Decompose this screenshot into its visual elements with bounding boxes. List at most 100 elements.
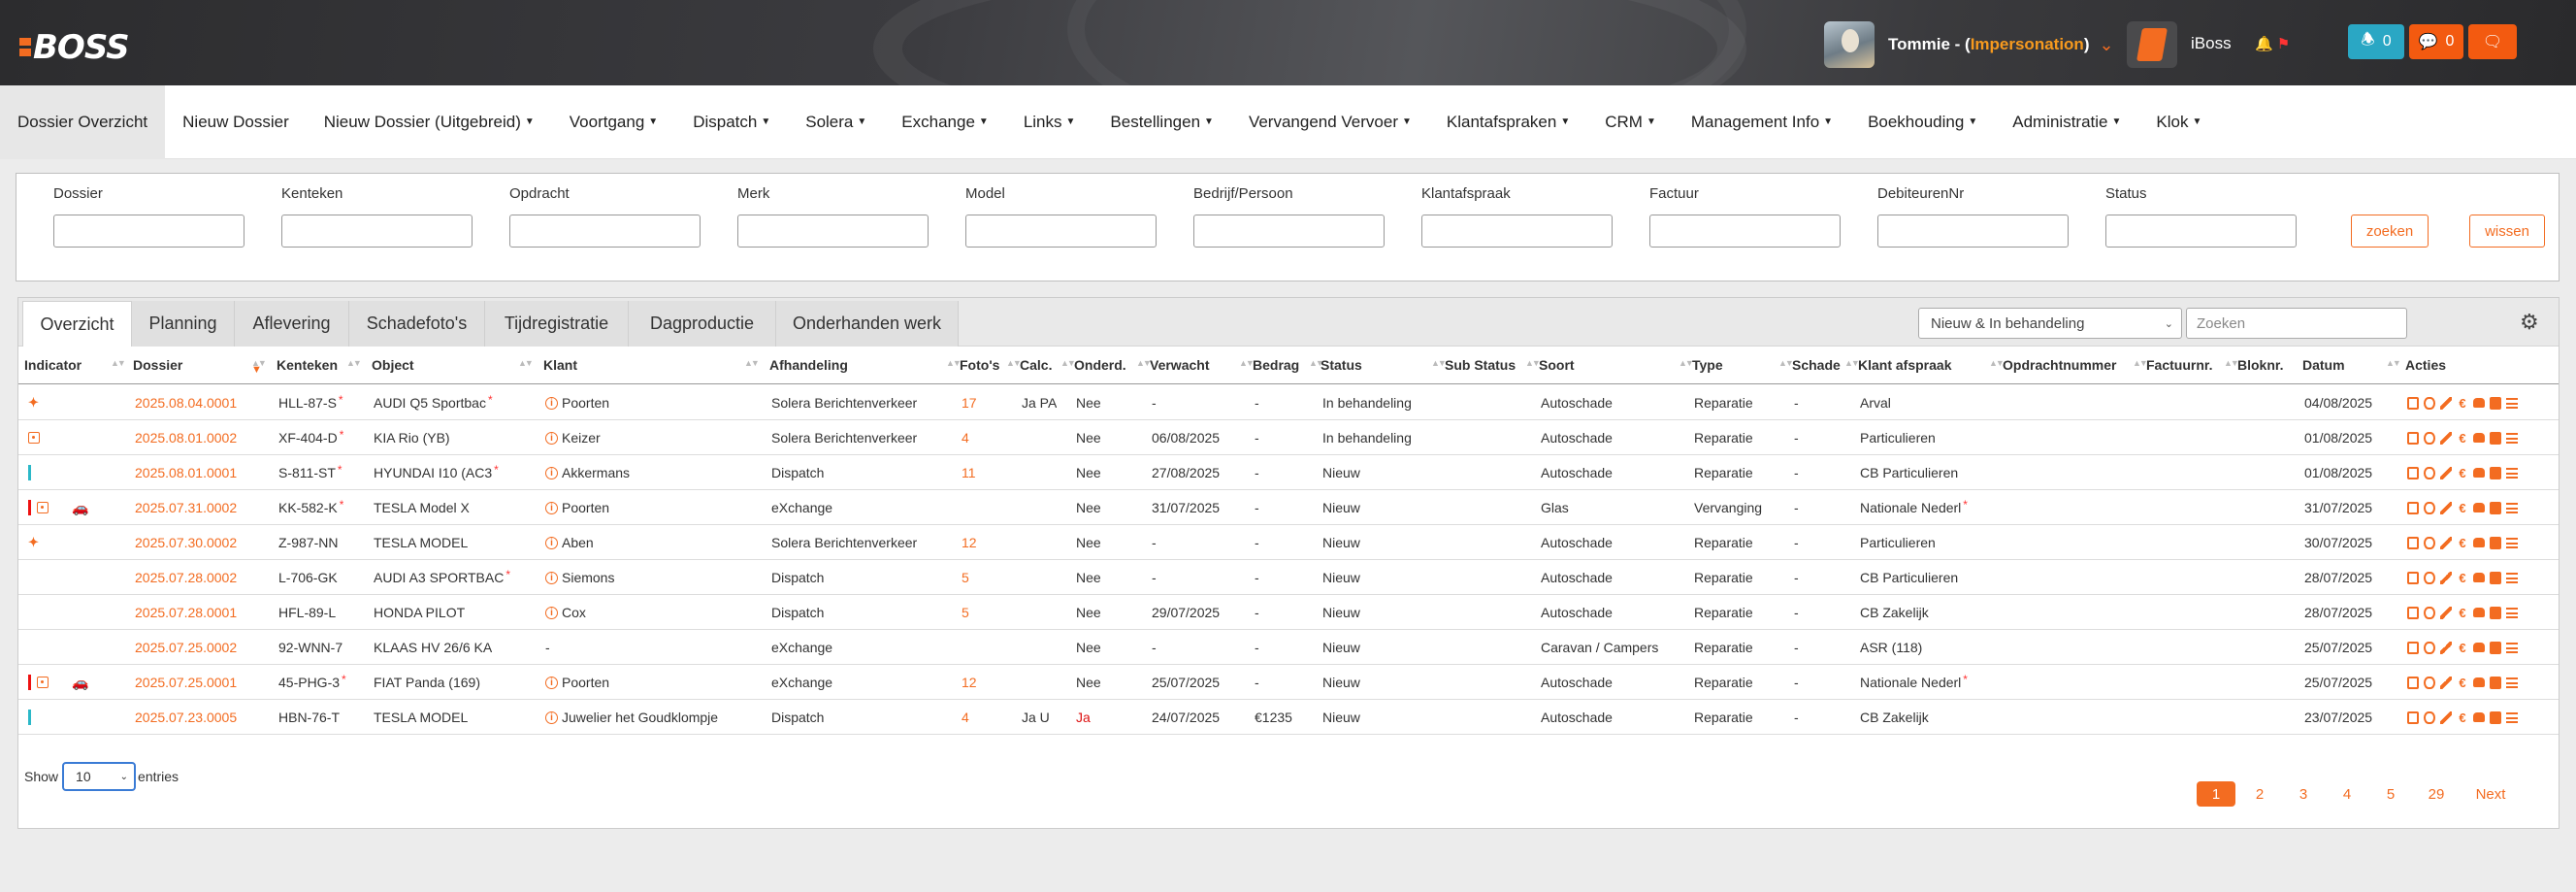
page-1[interactable]: 1 — [2197, 781, 2235, 807]
document-icon[interactable] — [2490, 710, 2501, 724]
boss-logo[interactable]: BOSS — [19, 28, 130, 67]
sort-icon[interactable]: ▲▼ — [1309, 358, 1324, 368]
column-header-object[interactable]: Object — [372, 348, 414, 381]
pencil-icon[interactable] — [2440, 396, 2452, 410]
sort-icon[interactable]: ▲▼ — [744, 358, 760, 368]
document-icon[interactable] — [2490, 676, 2501, 689]
chevron-down-icon[interactable]: ⌄ — [2099, 35, 2113, 55]
column-header-schade[interactable]: Schade — [1792, 348, 1841, 381]
chat-button[interactable]: 🗨 — [2468, 24, 2517, 59]
document-icon[interactable] — [2490, 466, 2501, 479]
column-header-datum[interactable]: Datum — [2302, 348, 2345, 381]
fotos-count[interactable]: 5 — [962, 595, 969, 630]
fotos-count[interactable]: 17 — [962, 385, 977, 420]
euro-icon[interactable]: € — [2457, 502, 2468, 514]
eye-icon[interactable] — [2424, 396, 2435, 410]
column-header-onderd[interactable]: Onderd. — [1074, 348, 1126, 381]
table-row[interactable]: 2025.08.01.0001 S-811-ST * HYUNDAI I10 (AC3… — [18, 455, 2559, 490]
car-icon[interactable] — [2473, 573, 2485, 582]
column-header-opdrachtnummer[interactable]: Opdrachtnummer — [2003, 348, 2116, 381]
document-icon[interactable] — [2490, 536, 2501, 549]
pencil-icon[interactable] — [2440, 606, 2452, 619]
euro-icon[interactable]: € — [2457, 677, 2468, 689]
dossier-link[interactable]: 2025.07.23.0005 — [135, 700, 237, 735]
column-header-afhandeling[interactable]: Afhandeling — [769, 348, 848, 381]
print-icon[interactable] — [2407, 606, 2419, 619]
tab-tijdregistratie[interactable]: Tijdregistratie — [485, 301, 629, 347]
pencil-icon[interactable] — [2440, 676, 2452, 689]
euro-icon[interactable]: € — [2457, 467, 2468, 479]
car-icon[interactable] — [2473, 398, 2485, 408]
fotos-count[interactable]: 5 — [962, 560, 969, 595]
column-header-verwacht[interactable]: Verwacht — [1150, 348, 1209, 381]
alerts-indicator[interactable]: 🔔 ⚑ — [2255, 35, 2290, 52]
entries-select[interactable]: 10 ⌄ — [62, 762, 137, 791]
page-29[interactable]: 29 — [2415, 781, 2458, 807]
euro-icon[interactable]: € — [2457, 711, 2468, 724]
column-header-bedrag[interactable]: Bedrag — [1253, 348, 1299, 381]
column-header-soort[interactable]: Soort — [1539, 348, 1575, 381]
eye-icon[interactable] — [2424, 676, 2435, 689]
list-icon[interactable] — [2506, 677, 2518, 688]
pencil-icon[interactable] — [2440, 466, 2452, 479]
sort-desc-icon[interactable]: ▼ — [251, 364, 262, 376]
dossier-link[interactable]: 2025.07.31.0002 — [135, 490, 237, 525]
list-icon[interactable] — [2506, 537, 2518, 548]
print-icon[interactable] — [2407, 501, 2419, 514]
sort-icon[interactable]: ▲▼ — [2133, 358, 2148, 368]
table-row[interactable]: 2025.07.23.0005 HBN-76-T TESLA MODEL i Juwel… — [18, 700, 2559, 735]
table-row[interactable]: ✦ 2025.08.04.0001 HLL-87-S * AUDI Q5 Sportba… — [18, 385, 2559, 420]
pencil-icon[interactable] — [2440, 501, 2452, 514]
bedrijf-persoon-input[interactable] — [1193, 215, 1385, 248]
pencil-icon[interactable] — [2440, 641, 2452, 654]
nav-item-klantafspraken[interactable]: Klantafspraken ▼ — [1429, 85, 1587, 159]
euro-icon[interactable]: € — [2457, 642, 2468, 654]
print-icon[interactable] — [2407, 641, 2419, 654]
column-header-kenteken[interactable]: Kenteken — [277, 348, 338, 381]
car-icon[interactable] — [2473, 677, 2485, 687]
info-icon[interactable]: i — [545, 571, 558, 584]
print-icon[interactable] — [2407, 676, 2419, 689]
nav-item-management-info[interactable]: Management Info ▼ — [1674, 85, 1850, 159]
eye-icon[interactable] — [2424, 606, 2435, 619]
dossier-link[interactable]: 2025.07.28.0001 — [135, 595, 237, 630]
pencil-icon[interactable] — [2440, 710, 2452, 724]
list-icon[interactable] — [2506, 432, 2518, 444]
document-icon[interactable] — [2490, 641, 2501, 654]
fotos-count[interactable]: 4 — [962, 420, 969, 455]
tab-overzicht[interactable]: Overzicht — [22, 301, 132, 347]
sort-icon[interactable]: ▲▼ — [1778, 358, 1794, 368]
status-input[interactable] — [2105, 215, 2297, 248]
car-icon[interactable] — [2473, 608, 2485, 617]
nav-item-dispatch[interactable]: Dispatch ▼ — [675, 85, 788, 159]
column-header-klant-afspraak[interactable]: Klant afspraak — [1858, 348, 1951, 381]
messages-button[interactable]: 💬 0 — [2409, 24, 2463, 59]
status-filter-select[interactable]: Nieuw & In behandeling ⌄ — [1918, 308, 2182, 339]
info-icon[interactable]: i — [545, 396, 558, 410]
fotos-count[interactable]: 4 — [962, 700, 969, 735]
info-icon[interactable]: i — [545, 501, 558, 514]
dossier-input[interactable] — [53, 215, 245, 248]
table-row[interactable]: 2025.07.28.0002 L-706-GK AUDI A3 SPORTBAC *… — [18, 560, 2559, 595]
column-header-sub-status[interactable]: Sub Status — [1445, 348, 1516, 381]
factuur-input[interactable] — [1649, 215, 1841, 248]
list-icon[interactable] — [2506, 642, 2518, 653]
document-icon[interactable] — [2490, 571, 2501, 584]
column-header-status[interactable]: Status — [1321, 348, 1362, 381]
notifications-button[interactable]: 🕭 0 — [2348, 24, 2404, 59]
info-icon[interactable]: i — [545, 606, 558, 619]
print-icon[interactable] — [2407, 431, 2419, 445]
nav-item-crm[interactable]: CRM ▼ — [1587, 85, 1674, 159]
eye-icon[interactable] — [2424, 536, 2435, 549]
info-icon[interactable]: i — [545, 710, 558, 724]
fotos-count[interactable]: 12 — [962, 665, 977, 700]
sort-icon[interactable]: ▲▼ — [1525, 358, 1541, 368]
page-5[interactable]: 5 — [2371, 781, 2410, 807]
nav-item-nieuw-dossier-uitgebreid[interactable]: Nieuw Dossier (Uitgebreid) ▼ — [307, 85, 552, 159]
zoeken-button[interactable]: zoeken — [2351, 215, 2429, 248]
debiteurennr-input[interactable] — [1877, 215, 2069, 248]
info-icon[interactable]: i — [545, 431, 558, 445]
euro-icon[interactable]: € — [2457, 397, 2468, 410]
sort-icon[interactable]: ▲▼ — [1679, 358, 1694, 368]
tab-aflevering[interactable]: Aflevering — [235, 301, 349, 347]
